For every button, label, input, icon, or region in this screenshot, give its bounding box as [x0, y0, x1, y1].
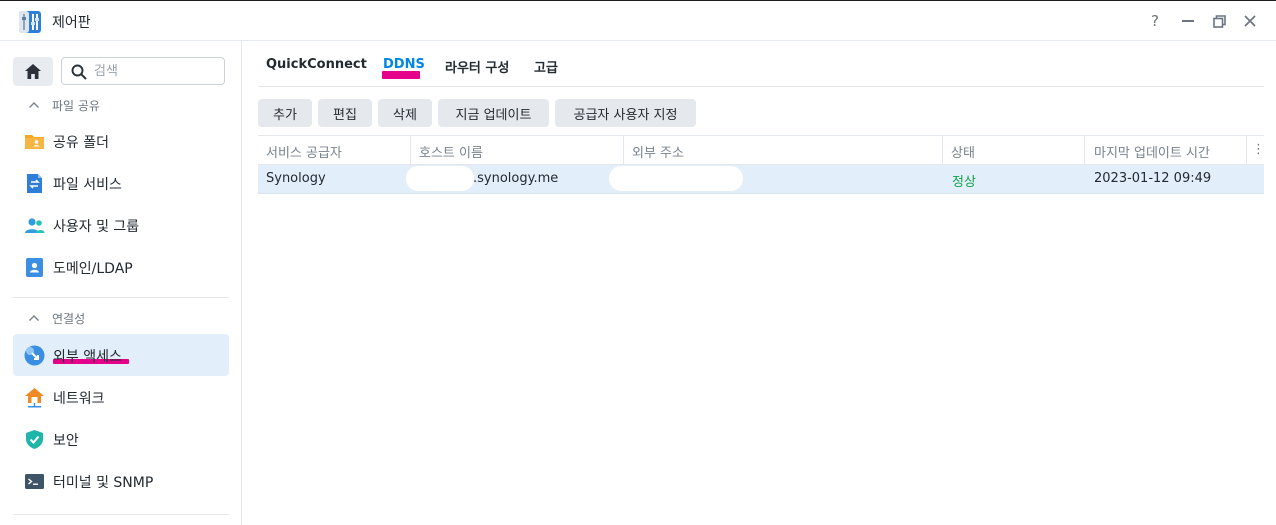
shared-folder-icon — [25, 135, 44, 149]
table-header: 서비스 공급자 호스트 이름 외부 주소 상태 마지막 업데이트 시간 ⋮ — [258, 135, 1265, 165]
restore-button[interactable] — [1209, 11, 1229, 31]
minimize-icon — [1182, 20, 1194, 22]
home-icon — [25, 64, 41, 79]
column-separator[interactable] — [942, 136, 943, 164]
column-header-hostname[interactable]: 호스트 이름 — [419, 142, 483, 161]
cell-provider: Synology — [266, 171, 326, 186]
terminal-icon — [25, 474, 44, 489]
sidebar-item-label: 파일 서비스 — [53, 177, 122, 193]
users-groups-icon — [25, 218, 45, 233]
close-button[interactable] — [1240, 11, 1260, 31]
sidebar-item-users-groups[interactable]: 사용자 및 그룹 — [13, 204, 229, 246]
title-bar: 제어판 ? — [0, 0, 1276, 41]
control-panel-icon — [19, 11, 41, 33]
search-input[interactable] — [94, 60, 218, 82]
column-header-last-update[interactable]: 마지막 업데이트 시간 — [1094, 142, 1210, 161]
sidebar-item-domain-ldap[interactable]: 도메인/LDAP — [13, 246, 229, 288]
sidebar-item-label: 네트워크 — [53, 391, 105, 407]
sidebar-item-shared-folder[interactable]: 공유 폴더 — [13, 120, 229, 162]
column-separator[interactable] — [1246, 136, 1247, 164]
tab-ddns[interactable]: DDNS — [383, 57, 425, 72]
sidebar-item-network[interactable]: 네트워크 — [13, 376, 229, 418]
column-header-provider[interactable]: 서비스 공급자 — [266, 142, 342, 161]
redaction-blob — [406, 166, 474, 191]
sidebar-item-label: 도메인/LDAP — [53, 261, 133, 277]
security-shield-icon — [26, 430, 43, 449]
chevron-up-icon — [29, 102, 39, 108]
section-connectivity[interactable]: 연결성 — [28, 308, 85, 328]
sidebar: 파일 공유 공유 폴더 파일 서비스 사용자 및 그룹 도메인/LDAP 연결성… — [0, 41, 242, 525]
external-access-icon — [24, 345, 45, 366]
customize-provider-button[interactable]: 공급자 사용자 지정 — [555, 99, 696, 127]
tab-advanced[interactable]: 고급 — [534, 57, 558, 76]
cell-status: 정상 — [952, 175, 976, 190]
tab-quickconnect[interactable]: QuickConnect — [266, 57, 367, 72]
search-icon — [71, 64, 87, 80]
column-separator[interactable] — [410, 136, 411, 164]
column-header-status[interactable]: 상태 — [951, 142, 975, 161]
section-file-sharing[interactable]: 파일 공유 — [28, 95, 100, 115]
sidebar-item-label: 외부 액세스 — [53, 349, 122, 365]
search-box[interactable] — [61, 57, 225, 85]
sidebar-item-external-access[interactable]: 외부 액세스 — [13, 334, 229, 376]
column-separator[interactable] — [1084, 136, 1085, 164]
highlight-mark — [382, 71, 420, 79]
close-icon — [1244, 15, 1256, 27]
section-label: 파일 공유 — [52, 98, 100, 113]
help-button[interactable]: ? — [1145, 11, 1165, 31]
redaction-blob — [609, 166, 743, 191]
domain-ldap-icon — [26, 258, 43, 277]
delete-button[interactable]: 삭제 — [378, 99, 432, 127]
minimize-button[interactable] — [1178, 11, 1198, 31]
add-button[interactable]: 추가 — [258, 99, 312, 127]
table-row[interactable]: Synology .synology.me 정상 2023-01-12 09:4… — [258, 165, 1264, 194]
file-services-icon — [27, 174, 42, 193]
column-header-external-address[interactable]: 외부 주소 — [632, 142, 684, 161]
sidebar-item-file-services[interactable]: 파일 서비스 — [13, 162, 229, 204]
tab-divider — [258, 86, 1264, 87]
update-now-button[interactable]: 지금 업데이트 — [438, 99, 549, 127]
cell-last-update: 2023-01-12 09:49 — [1094, 171, 1212, 186]
network-icon — [25, 388, 44, 408]
sidebar-item-label: 보안 — [53, 433, 79, 449]
window-title: 제어판 — [52, 15, 91, 31]
sidebar-item-label: 공유 폴더 — [53, 135, 109, 151]
section-divider — [13, 297, 229, 298]
sidebar-item-label: 사용자 및 그룹 — [53, 219, 140, 235]
tab-router-config[interactable]: 라우터 구성 — [445, 57, 509, 76]
section-label: 연결성 — [52, 311, 86, 326]
edit-button[interactable]: 편집 — [318, 99, 372, 127]
home-button[interactable] — [13, 57, 53, 86]
cell-hostname: .synology.me — [473, 171, 559, 186]
restore-icon — [1212, 14, 1226, 28]
chevron-up-icon — [29, 315, 39, 321]
column-menu-icon[interactable]: ⋮ — [1252, 142, 1265, 157]
sidebar-item-label: 터미널 및 SNMP — [53, 475, 154, 491]
sidebar-item-terminal-snmp[interactable]: 터미널 및 SNMP — [13, 460, 229, 502]
column-separator[interactable] — [623, 136, 624, 164]
section-divider — [13, 514, 229, 515]
sidebar-item-security[interactable]: 보안 — [13, 418, 229, 460]
